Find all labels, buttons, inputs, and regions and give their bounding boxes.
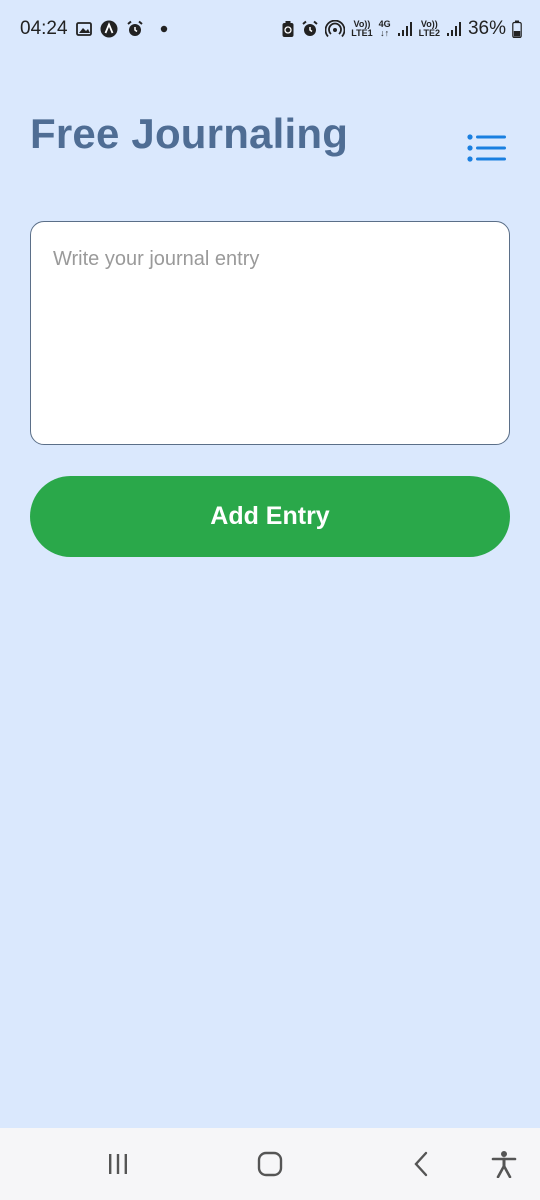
back-icon: [414, 1151, 428, 1177]
recent-apps-button[interactable]: [98, 1146, 138, 1182]
4g-data: 4G ↓↑: [379, 20, 391, 38]
page-title: Free Journaling: [30, 110, 349, 157]
home-icon: [257, 1151, 283, 1177]
list-menu-icon: [467, 134, 506, 162]
battery-percent: 36%: [467, 18, 506, 39]
app-a-icon: [100, 20, 118, 38]
signal-1-icon: [397, 21, 413, 37]
gallery-icon: [75, 21, 92, 37]
hotspot-icon: [325, 20, 346, 38]
status-right: Vo)) LTE1 4G ↓↑ Vo)) LTE2 36%: [281, 18, 522, 40]
status-time: 04:24: [20, 18, 68, 39]
menu-button[interactable]: [464, 130, 510, 166]
alarm-icon: [301, 20, 319, 38]
navigation-bar: [0, 1128, 540, 1200]
back-button[interactable]: [401, 1146, 441, 1182]
journal-entry-box: [30, 221, 510, 445]
battery-icon: [512, 20, 522, 38]
alarm-icon: [126, 20, 144, 38]
notification-dot: [160, 25, 168, 33]
lte1-label: LTE1: [351, 28, 373, 38]
journal-entry-input[interactable]: [31, 222, 509, 444]
status-left: 04:24: [20, 18, 168, 40]
recent-apps-icon: [109, 1154, 127, 1174]
volte-lte1: Vo)) LTE1: [351, 20, 372, 38]
battery-saver-icon: [281, 20, 295, 38]
add-entry-button[interactable]: Add Entry: [30, 476, 510, 557]
accessibility-button[interactable]: [484, 1146, 524, 1182]
home-button[interactable]: [250, 1146, 290, 1182]
signal-2-icon: [446, 21, 462, 37]
data-arrows-icon: ↓↑: [380, 28, 390, 38]
status-bar: 04:24 Vo)) LTE1 4G ↓↑ Vo)) LTE2 36%: [0, 0, 540, 60]
accessibility-icon: [491, 1151, 517, 1178]
volte-lte2: Vo)) LTE2: [419, 20, 440, 38]
lte2-label: LTE2: [418, 28, 440, 38]
